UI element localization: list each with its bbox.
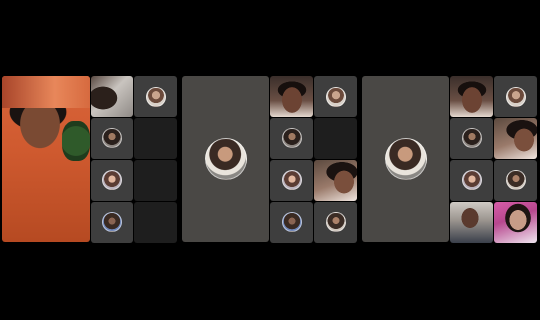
- participant-tile[interactable]: [91, 160, 133, 201]
- call-panel-3: [360, 0, 540, 320]
- participant-tile[interactable]: [270, 118, 313, 159]
- focused-participant-stage[interactable]: [362, 76, 449, 242]
- focused-participant-avatar-icon: [385, 138, 427, 180]
- participant-avatar-icon: [326, 87, 346, 107]
- participant-tile[interactable]: [91, 202, 133, 243]
- participant-avatar-icon: [462, 170, 482, 190]
- participant-tile[interactable]: [450, 118, 493, 159]
- participant-video-tile[interactable]: [314, 160, 357, 201]
- participant-tile[interactable]: [494, 76, 537, 117]
- participant-avatar-icon: [282, 170, 302, 190]
- participant-tile[interactable]: [494, 160, 537, 201]
- participant-tile[interactable]: [270, 202, 313, 243]
- participant-tile[interactable]: [134, 76, 177, 117]
- participant-avatar-icon: [462, 128, 482, 148]
- focused-participant-stage[interactable]: [182, 76, 269, 242]
- empty-tile: [314, 118, 357, 159]
- empty-tile: [134, 160, 177, 201]
- participant-tile[interactable]: [450, 160, 493, 201]
- participant-avatar-icon: [282, 212, 302, 232]
- participant-video-tile[interactable]: [494, 118, 537, 159]
- background-plant: [62, 121, 90, 161]
- participant-video-tile[interactable]: [450, 202, 493, 243]
- participant-avatar-icon: [102, 128, 122, 148]
- participant-tile[interactable]: [91, 118, 133, 159]
- participant-tile[interactable]: [314, 202, 357, 243]
- participant-avatar-icon: [102, 212, 122, 232]
- participant-video-tile[interactable]: [270, 76, 313, 117]
- participant-video-tile[interactable]: [494, 202, 537, 243]
- participant-avatar-icon: [326, 212, 346, 232]
- participant-tile[interactable]: [270, 160, 313, 201]
- background-light: [2, 76, 90, 108]
- call-panel-2: [180, 0, 360, 320]
- participant-avatar-icon: [146, 87, 166, 107]
- self-view-video-tile[interactable]: [2, 76, 90, 242]
- focused-participant-avatar-icon: [205, 138, 247, 180]
- participant-video-tile[interactable]: [91, 76, 133, 117]
- empty-tile: [134, 118, 177, 159]
- call-panel-1: [0, 0, 180, 320]
- participant-avatar-icon: [102, 170, 122, 190]
- participant-avatar-icon: [506, 87, 526, 107]
- participant-tile[interactable]: [314, 76, 357, 117]
- participant-avatar-icon: [282, 128, 302, 148]
- empty-tile: [134, 202, 177, 243]
- participant-video-tile[interactable]: [450, 76, 493, 117]
- participant-avatar-icon: [506, 170, 526, 190]
